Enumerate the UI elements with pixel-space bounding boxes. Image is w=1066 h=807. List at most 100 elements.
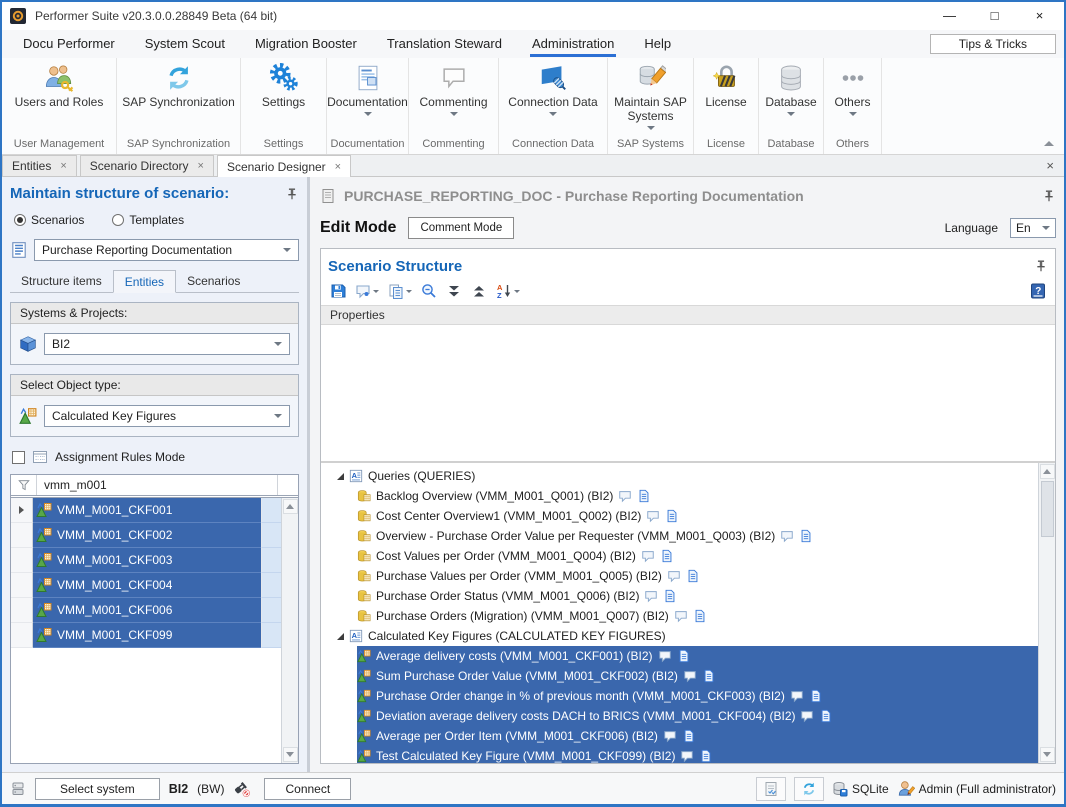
help-icon: ?: [1030, 283, 1046, 299]
ribbon-collapse-icon[interactable]: [1044, 141, 1054, 146]
minimize-button[interactable]: —: [927, 2, 972, 30]
row-extra-cell: [261, 573, 281, 598]
close-button[interactable]: ×: [1017, 2, 1062, 30]
close-icon[interactable]: ×: [60, 160, 66, 172]
toolbar-magnifier-button[interactable]: [419, 281, 439, 301]
row-extra-cell: [261, 498, 281, 523]
filter-button[interactable]: [11, 475, 37, 495]
subtab-structure-items[interactable]: Structure items: [10, 270, 113, 292]
doc-tab-entities[interactable]: Entities ×: [2, 155, 77, 176]
tree-item[interactable]: Purchase Values per Order (VMM_M001_Q005…: [321, 566, 1038, 586]
tree-item[interactable]: Cost Center Overview1 (VMM_M001_Q002) (B…: [321, 506, 1038, 526]
close-icon[interactable]: ×: [198, 160, 204, 172]
ribbon: Users and Roles User Management SAP Sync…: [2, 58, 1064, 155]
ribbon-button-sap-synchronization[interactable]: SAP Synchronization: [117, 63, 240, 137]
scroll-down-button[interactable]: [283, 747, 298, 762]
system-combo[interactable]: BI2: [44, 333, 290, 355]
ribbon-button-documentation[interactable]: Documentation: [327, 63, 408, 137]
radio-templates[interactable]: Templates: [112, 213, 184, 227]
pin-icon[interactable]: [1034, 259, 1048, 273]
ribbon-button-others[interactable]: Others: [824, 63, 881, 137]
ribbon-button-maintain-sap-systems[interactable]: Maintain SAP Systems: [608, 63, 693, 137]
tree-item[interactable]: Average delivery costs (VMM_M001_CKF001)…: [321, 646, 1038, 666]
menu-migration-booster[interactable]: Migration Booster: [240, 30, 372, 58]
tree-item[interactable]: Sum Purchase Order Value (VMM_M001_CKF00…: [321, 666, 1038, 686]
grid-row[interactable]: VMM_M001_CKF001: [11, 498, 281, 523]
pin-icon[interactable]: [1042, 189, 1056, 203]
grid-row[interactable]: VMM_M001_CKF099: [11, 623, 281, 648]
grid-row[interactable]: VMM_M001_CKF002: [11, 523, 281, 548]
object-type-combo[interactable]: Calculated Key Figures: [44, 405, 290, 427]
doc-tab-scenario-directory[interactable]: Scenario Directory ×: [80, 155, 214, 176]
menu-administration[interactable]: Administration: [517, 30, 629, 58]
language-combo[interactable]: En: [1010, 218, 1056, 238]
menu-translation-steward[interactable]: Translation Steward: [372, 30, 517, 58]
toolbar-chev-dd-button[interactable]: [444, 281, 464, 301]
query-icon: [357, 509, 371, 523]
log-button[interactable]: [756, 777, 786, 801]
row-extra-cell: [261, 548, 281, 573]
close-icon[interactable]: ×: [1046, 158, 1054, 173]
tree-item[interactable]: Backlog Overview (VMM_M001_Q001) (BI2): [321, 486, 1038, 506]
toolbar-save-button[interactable]: [328, 281, 348, 301]
tree-item[interactable]: Average per Order Item (VMM_M001_CKF006)…: [321, 726, 1038, 746]
menu-docu-performer[interactable]: Docu Performer: [8, 30, 130, 58]
toolbar-chev-du-button[interactable]: [469, 281, 489, 301]
scroll-thumb[interactable]: [1041, 481, 1054, 537]
menu-system-scout[interactable]: System Scout: [130, 30, 240, 58]
tree-item[interactable]: Overview - Purchase Order Value per Requ…: [321, 526, 1038, 546]
scroll-down-button[interactable]: [1040, 747, 1055, 762]
connect-button[interactable]: Connect: [264, 778, 351, 800]
subtab-scenarios[interactable]: Scenarios: [176, 270, 251, 292]
bubble-icon: [790, 689, 804, 703]
scroll-up-button[interactable]: [1040, 464, 1055, 479]
assignment-rules-checkbox[interactable]: Assignment Rules Mode: [12, 449, 297, 465]
radio-scenarios[interactable]: Scenarios: [14, 213, 84, 227]
expanded-arrow-icon[interactable]: [337, 633, 344, 640]
toolbar-az-sort-button[interactable]: AZ: [494, 281, 522, 301]
doc-tab-scenario-designer[interactable]: Scenario Designer ×: [217, 155, 351, 177]
scroll-up-button[interactable]: [283, 499, 298, 514]
tree-group[interactable]: ACalculated Key Figures (CALCULATED KEY …: [321, 626, 1038, 646]
menu-help[interactable]: Help: [629, 30, 686, 58]
close-icon[interactable]: ×: [335, 161, 341, 173]
grid-row[interactable]: VMM_M001_CKF006: [11, 598, 281, 623]
tree-item[interactable]: Purchase Order change in % of previous m…: [321, 686, 1038, 706]
ribbon-button-connection-data[interactable]: Connection Data: [499, 63, 607, 137]
ribbon-group-label: User Management: [2, 137, 116, 154]
tips-tricks-button[interactable]: Tips & Tricks: [930, 34, 1056, 54]
subtab-entities[interactable]: Entities: [113, 270, 176, 293]
chevron-down-icon: [373, 290, 379, 293]
maximize-button[interactable]: □: [972, 2, 1017, 30]
ribbon-group-connection-data: Connection Data Connection Data: [499, 58, 608, 154]
pin-icon[interactable]: [285, 187, 299, 201]
ribbon-group-database: Database Database: [759, 58, 824, 154]
tree-item[interactable]: Purchase Order Status (VMM_M001_Q006) (B…: [321, 586, 1038, 606]
help-button[interactable]: ?: [1028, 281, 1048, 301]
ribbon-button-label: Maintain SAP Systems: [608, 96, 693, 124]
grid-scrollbar[interactable]: [281, 498, 298, 763]
row-label: VMM_M001_CKF006: [57, 603, 172, 617]
ribbon-button-license[interactable]: License: [694, 63, 758, 137]
tree-item[interactable]: Cost Values per Order (VMM_M001_Q004) (B…: [321, 546, 1038, 566]
tree-scrollbar[interactable]: [1038, 463, 1055, 763]
comment-mode-button[interactable]: Comment Mode: [408, 217, 514, 239]
filter-input[interactable]: vmm_m001: [37, 475, 278, 495]
scenario-combo[interactable]: Purchase Reporting Documentation: [34, 239, 299, 261]
grid-row[interactable]: VMM_M001_CKF003: [11, 548, 281, 573]
tree-item[interactable]: Test Calculated Key Figure (VMM_M001_CKF…: [321, 746, 1038, 763]
ribbon-button-users-and-roles[interactable]: Users and Roles: [2, 63, 116, 137]
ribbon-button-commenting[interactable]: Commenting: [409, 63, 498, 137]
toolbar-copy-doc-button[interactable]: [386, 281, 414, 301]
grid-row[interactable]: VMM_M001_CKF004: [11, 573, 281, 598]
ribbon-button-database[interactable]: Database: [759, 63, 823, 137]
menu-items: Docu PerformerSystem ScoutMigration Boos…: [8, 30, 686, 58]
expanded-arrow-icon[interactable]: [337, 473, 344, 480]
refresh-button[interactable]: [794, 777, 824, 801]
toolbar-bubble-dot-button[interactable]: [353, 281, 381, 301]
tree-item[interactable]: Deviation average delivery costs DACH to…: [321, 706, 1038, 726]
tree-item[interactable]: Purchase Orders (Migration) (VMM_M001_Q0…: [321, 606, 1038, 626]
ribbon-button-settings[interactable]: Settings: [241, 63, 326, 137]
tree-group[interactable]: AQueries (QUERIES): [321, 466, 1038, 486]
select-system-button[interactable]: Select system: [35, 778, 160, 800]
